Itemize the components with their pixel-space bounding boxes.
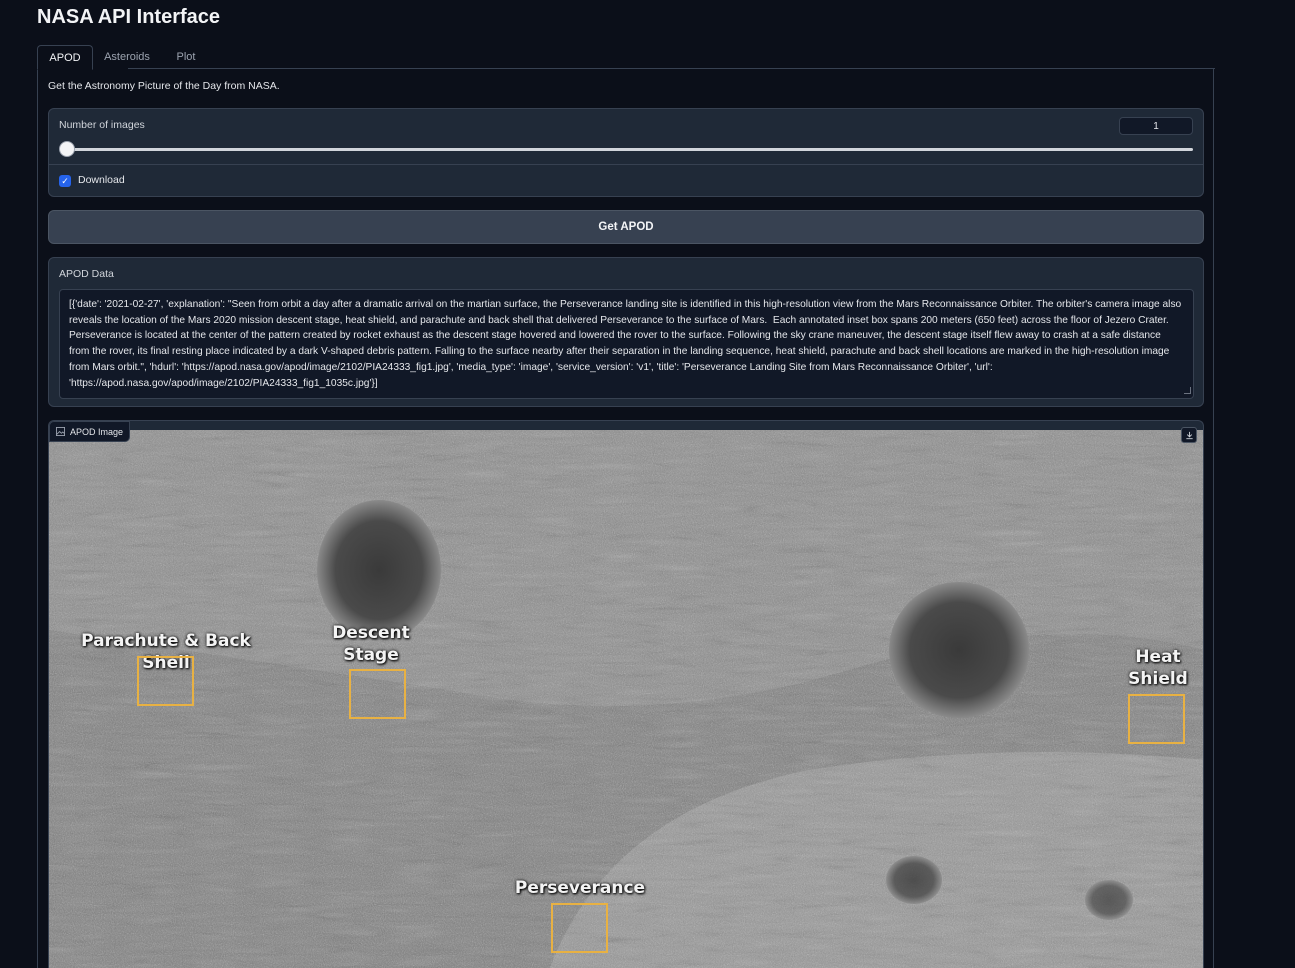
apod-description: Get the Astronomy Picture of the Day fro…	[48, 80, 280, 92]
annotation-box-perseverance	[551, 903, 608, 953]
tab-apod[interactable]: APOD	[37, 45, 93, 70]
annotation-box-parachute	[137, 656, 194, 706]
tab-plot[interactable]: Plot	[167, 45, 205, 68]
number-of-images-input[interactable]: 1	[1119, 117, 1193, 135]
apod-data-textarea[interactable]: [{'date': '2021-02-27', 'explanation': "…	[59, 289, 1194, 399]
apod-image-label: APOD Image	[70, 426, 124, 437]
tab-asteroids[interactable]: Asteroids	[97, 45, 157, 68]
apod-data-block: APOD Data [{'date': '2021-02-27', 'expla…	[48, 257, 1204, 407]
annotation-box-descent	[349, 669, 406, 719]
apod-image-chip: APOD Image	[49, 421, 131, 442]
number-of-images-block: Number of images 1 ✓ Download	[48, 108, 1204, 197]
resize-handle[interactable]	[1184, 387, 1191, 394]
apod-data-label: APOD Data	[59, 268, 114, 280]
download-image-button[interactable]	[1181, 427, 1197, 443]
tab-bar: APOD Asteroids Plot	[37, 45, 1215, 70]
slider-track[interactable]	[67, 148, 1193, 151]
app-title: NASA API Interface	[37, 6, 221, 28]
annotation-box-heat-shield	[1128, 694, 1185, 744]
slider-label: Number of images	[59, 119, 145, 131]
annotation-heat-line2: Shield	[1128, 669, 1188, 689]
apod-image-block: APOD Image Parachute & Back Shell Descen…	[48, 420, 1204, 968]
download-icon	[1185, 431, 1193, 439]
image-icon	[56, 427, 65, 436]
block-divider	[49, 164, 1203, 165]
annotation-descent-line2: Stage	[343, 645, 399, 665]
annotation-descent-line1: Descent	[332, 623, 410, 643]
download-checkbox[interactable]: ✓	[59, 175, 71, 187]
get-apod-button[interactable]: Get APOD	[48, 210, 1204, 244]
download-label[interactable]: Download	[78, 174, 125, 186]
annotation-perseverance: Perseverance	[514, 878, 646, 898]
slider-thumb[interactable]	[59, 141, 75, 157]
annotation-heat-line1: Heat	[1135, 647, 1181, 667]
check-icon: ✓	[61, 175, 69, 186]
